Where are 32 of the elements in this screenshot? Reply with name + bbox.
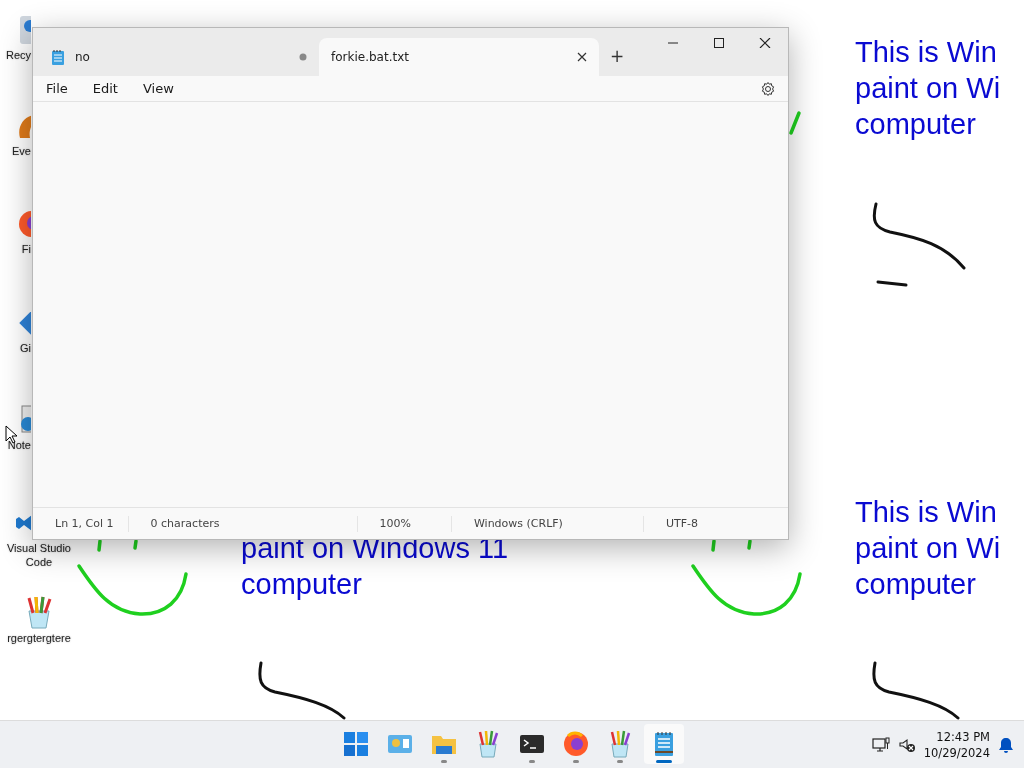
unsaved-dot-icon <box>299 53 307 61</box>
icon-label[interactable]: Visual Studio Code <box>2 541 76 569</box>
network-icon[interactable] <box>871 737 890 753</box>
menu-item[interactable]: File <box>41 78 76 99</box>
icon-label[interactable]: Note <box>7 438 31 452</box>
wallpaper-text: This is Win paint on Wi computer <box>855 495 1001 602</box>
clock[interactable]: 12:43 PM 10/29/2024 <box>923 729 990 761</box>
status-text: UTF-8 <box>665 516 698 530</box>
new-tab-button[interactable]: + <box>599 42 635 72</box>
notepad-icon <box>51 49 65 65</box>
menu-item[interactable]: Edit <box>87 78 126 99</box>
tab[interactable]: forkie.bat.txt <box>319 38 599 76</box>
icon-label[interactable]: Fi <box>21 242 31 256</box>
close-icon[interactable] <box>577 52 587 62</box>
settings-icon[interactable] <box>760 80 776 97</box>
status-text: 100% <box>379 516 411 530</box>
firefox-icon[interactable] <box>562 730 590 758</box>
bell-icon[interactable] <box>998 737 1014 753</box>
status-text: Ln 1, Col 1 <box>55 516 114 530</box>
icon-label[interactable]: Eve <box>12 144 31 158</box>
icon-label[interactable]: Recy <box>5 48 31 62</box>
muted-speaker-icon[interactable] <box>897 737 916 753</box>
maximize-icon[interactable] <box>713 38 725 48</box>
icon-label[interactable]: rgergtergtere <box>7 631 71 645</box>
menu-item[interactable]: View <box>137 78 182 99</box>
close-icon[interactable] <box>759 38 771 48</box>
icon-label[interactable]: Gi <box>20 341 31 355</box>
wallpaper-text: This is Win paint on Wi computer <box>855 35 1001 142</box>
status-text: Windows (CRLF) <box>473 516 563 530</box>
tab[interactable]: no <box>39 38 319 76</box>
status-text: 0 characters <box>150 516 220 530</box>
windows-logo-icon[interactable] <box>342 730 370 758</box>
